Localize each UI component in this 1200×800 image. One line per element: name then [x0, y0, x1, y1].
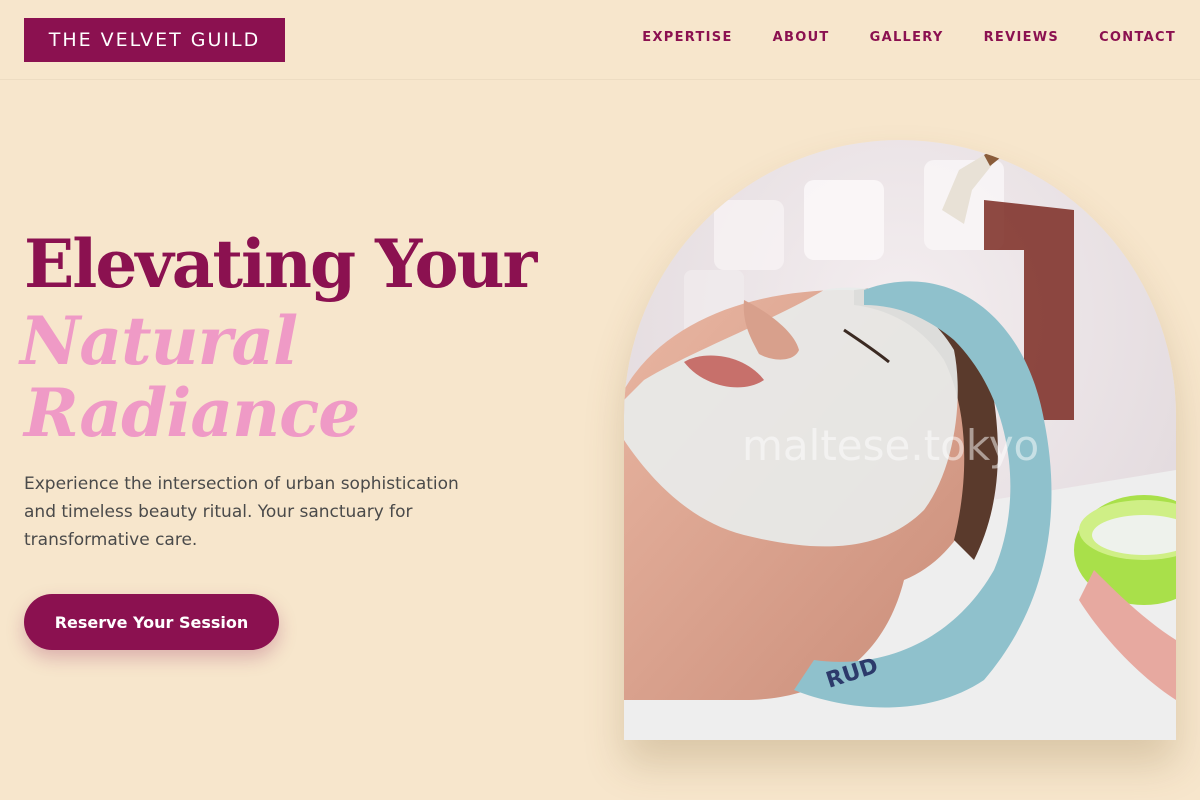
nav-link-about[interactable]: ABOUT	[773, 30, 830, 45]
brand-logo[interactable]: THE VELVET GUILD	[24, 18, 285, 62]
site-header: THE VELVET GUILD EXPERTISE ABOUT GALLERY…	[0, 0, 1200, 80]
main-nav: EXPERTISE ABOUT GALLERY REVIEWS CONTACT	[642, 30, 1176, 45]
hero-image: RUD maltese.tokyo	[624, 140, 1176, 740]
nav-link-gallery[interactable]: GALLERY	[870, 30, 944, 45]
hero-title: Elevating Your	[24, 225, 537, 303]
nav-link-expertise[interactable]: EXPERTISE	[642, 30, 732, 45]
hero-title-accent-radiance: Radiance	[24, 374, 360, 452]
watermark-text: maltese.tokyo	[742, 421, 1039, 470]
facial-treatment-illustration: RUD maltese.tokyo	[624, 140, 1176, 740]
nav-link-contact[interactable]: CONTACT	[1099, 30, 1176, 45]
reserve-session-button[interactable]: Reserve Your Session	[24, 594, 279, 650]
nav-link-reviews[interactable]: REVIEWS	[984, 30, 1059, 45]
hero-description: Experience the intersection of urban sop…	[24, 474, 459, 550]
hero-title-accent-natural: Natural	[20, 302, 298, 380]
